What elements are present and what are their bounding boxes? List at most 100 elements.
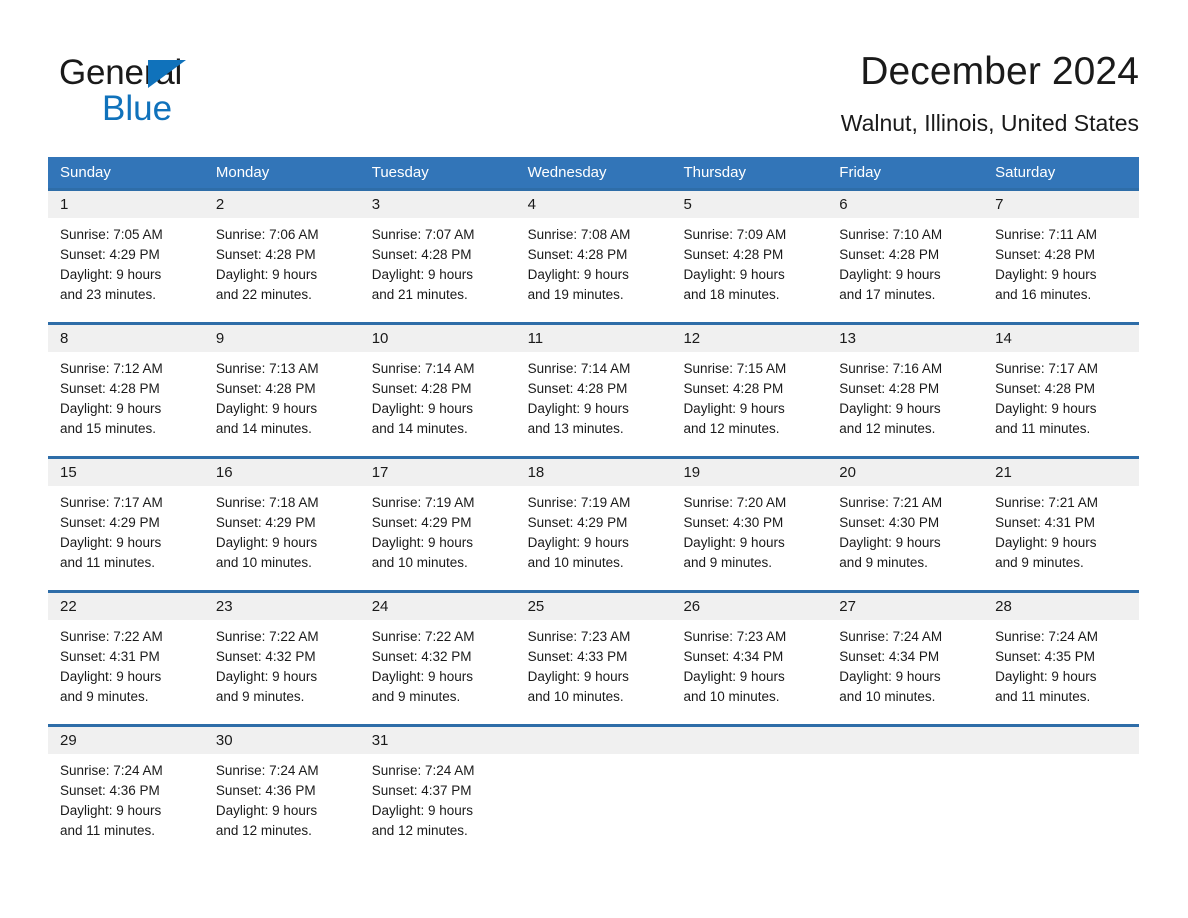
day-cell[interactable]: Sunrise: 7:24 AM Sunset: 4:37 PM Daylight:… [360,754,516,858]
day-cell[interactable]: Sunrise: 7:23 AM Sunset: 4:34 PM Daylight:… [671,620,827,724]
daylight-line-1: Daylight: 9 hours [60,803,162,818]
daylight-line-1: Daylight: 9 hours [215,669,318,684]
daylight-line-1: Daylight: 9 hours [995,401,1097,416]
day-cell[interactable]: Sunrise: 7:22 AM Sunset: 4:32 PM Daylight:… [204,620,360,724]
day-number[interactable]: 29 [48,727,204,754]
day-number[interactable]: 20 [827,459,983,486]
day-number[interactable]: 21 [983,459,1139,486]
sunrise-line: Sunrise: 7:24 AM [60,763,163,778]
sunrise-line: Sunrise: 7:15 AM [683,361,787,376]
day-cell[interactable]: Sunrise: 7:19 AM Sunset: 4:29 PM Daylight:… [360,486,516,590]
day-detail-band: Sunrise: 7:05 AM Sunset: 4:29 PM Daylight:… [48,218,1139,322]
day-number[interactable]: 4 [516,191,672,218]
day-cell[interactable]: Sunrise: 7:16 AM Sunset: 4:28 PM Daylight:… [827,352,983,456]
sunset-line: Sunset: 4:29 PM [215,515,316,530]
day-cell[interactable]: Sunrise: 7:08 AM Sunset: 4:28 PM Daylight:… [516,218,672,322]
daylight-line-2: and 19 minutes. [527,287,624,302]
day-number[interactable]: 8 [48,325,204,352]
day-cell[interactable]: Sunrise: 7:21 AM Sunset: 4:30 PM Daylight:… [827,486,983,590]
day-number[interactable]: 18 [516,459,672,486]
day-number-band: 29 30 31 [48,727,1139,754]
day-cell[interactable]: Sunrise: 7:12 AM Sunset: 4:28 PM Daylight:… [48,352,204,456]
sunset-line: Sunset: 4:28 PM [683,247,784,262]
day-number-empty [983,727,1139,754]
day-cell[interactable]: Sunrise: 7:14 AM Sunset: 4:28 PM Daylight:… [516,352,672,456]
day-cell[interactable]: Sunrise: 7:15 AM Sunset: 4:28 PM Daylight:… [671,352,827,456]
day-number[interactable]: 1 [48,191,204,218]
day-number[interactable]: 22 [48,593,204,620]
day-number[interactable]: 5 [671,191,827,218]
sunset-line: Sunset: 4:28 PM [683,381,784,396]
daylight-line-2: and 11 minutes. [60,823,156,838]
day-cell[interactable]: Sunrise: 7:23 AM Sunset: 4:33 PM Daylight:… [516,620,672,724]
day-cell[interactable]: Sunrise: 7:14 AM Sunset: 4:28 PM Daylight:… [360,352,516,456]
day-number[interactable]: 24 [360,593,516,620]
day-number[interactable]: 12 [671,325,827,352]
sunrise-line: Sunrise: 7:17 AM [60,495,163,510]
day-number[interactable]: 26 [671,593,827,620]
sunrise-line: Sunrise: 7:13 AM [215,361,319,376]
daylight-line-2: and 9 minutes. [371,689,461,704]
sunrise-line: Sunrise: 7:24 AM [371,763,475,778]
daylight-line-1: Daylight: 9 hours [215,267,318,282]
day-number[interactable]: 3 [360,191,516,218]
day-number[interactable]: 25 [516,593,672,620]
day-number[interactable]: 9 [204,325,360,352]
day-cell[interactable]: Sunrise: 7:07 AM Sunset: 4:28 PM Daylight:… [360,218,516,322]
day-number[interactable]: 11 [516,325,672,352]
day-cell[interactable]: Sunrise: 7:24 AM Sunset: 4:36 PM Daylight:… [48,754,204,858]
day-number[interactable]: 16 [204,459,360,486]
day-number[interactable]: 17 [360,459,516,486]
day-cell[interactable]: Sunrise: 7:22 AM Sunset: 4:31 PM Daylight:… [48,620,204,724]
weekday-header-saturday: Saturday [995,164,1056,181]
day-number[interactable]: 23 [204,593,360,620]
page-header: General Blue December 2024 Walnut, Illin… [0,0,1188,148]
day-cell[interactable]: Sunrise: 7:09 AM Sunset: 4:28 PM Daylight:… [671,218,827,322]
daylight-line-2: and 11 minutes. [995,689,1091,704]
day-number[interactable]: 30 [204,727,360,754]
day-number[interactable]: 2 [204,191,360,218]
daylight-line-1: Daylight: 9 hours [839,401,941,416]
day-number[interactable]: 28 [983,593,1139,620]
day-number[interactable]: 19 [671,459,827,486]
day-number[interactable]: 13 [827,325,983,352]
day-cell[interactable]: Sunrise: 7:17 AM Sunset: 4:28 PM Daylight:… [983,352,1139,456]
sunset-line: Sunset: 4:35 PM [995,649,1095,664]
day-cell[interactable]: Sunrise: 7:13 AM Sunset: 4:28 PM Daylight:… [204,352,360,456]
day-cell[interactable]: Sunrise: 7:24 AM Sunset: 4:35 PM Daylight:… [983,620,1139,724]
day-cell[interactable]: Sunrise: 7:18 AM Sunset: 4:29 PM Daylight:… [204,486,360,590]
generalblue-logo[interactable]: General Blue [59,52,269,128]
daylight-line-1: Daylight: 9 hours [215,803,318,818]
sunset-line: Sunset: 4:29 PM [527,515,628,530]
sunset-line: Sunset: 4:29 PM [60,515,160,530]
day-cell[interactable]: Sunrise: 7:19 AM Sunset: 4:29 PM Daylight:… [516,486,672,590]
day-cell[interactable]: Sunrise: 7:06 AM Sunset: 4:28 PM Daylight:… [204,218,360,322]
daylight-line-2: and 18 minutes. [683,287,780,302]
day-number[interactable]: 31 [360,727,516,754]
day-cell[interactable]: Sunrise: 7:22 AM Sunset: 4:32 PM Daylight:… [360,620,516,724]
day-cell[interactable]: Sunrise: 7:24 AM Sunset: 4:34 PM Daylight:… [827,620,983,724]
daylight-line-2: and 14 minutes. [215,421,312,436]
weekday-header-monday: Monday [215,164,270,181]
day-number[interactable]: 10 [360,325,516,352]
day-cell[interactable]: Sunrise: 7:20 AM Sunset: 4:30 PM Daylight:… [671,486,827,590]
daylight-line-1: Daylight: 9 hours [683,267,785,282]
day-number[interactable]: 7 [983,191,1139,218]
day-number[interactable]: 14 [983,325,1139,352]
day-cell[interactable]: Sunrise: 7:11 AM Sunset: 4:28 PM Daylight:… [983,218,1139,322]
day-number[interactable]: 27 [827,593,983,620]
day-number[interactable]: 6 [827,191,983,218]
sunrise-line: Sunrise: 7:16 AM [839,361,943,376]
day-detail-band: Sunrise: 7:24 AM Sunset: 4:36 PM Daylight:… [48,754,1139,858]
day-number[interactable]: 15 [48,459,204,486]
day-cell[interactable]: Sunrise: 7:21 AM Sunset: 4:31 PM Daylight:… [983,486,1139,590]
sunset-line: Sunset: 4:28 PM [371,247,472,262]
day-cell[interactable]: Sunrise: 7:24 AM Sunset: 4:36 PM Daylight:… [204,754,360,858]
day-cell[interactable]: Sunrise: 7:10 AM Sunset: 4:28 PM Daylight:… [827,218,983,322]
daylight-line-1: Daylight: 9 hours [527,401,629,416]
daylight-line-1: Daylight: 9 hours [527,267,629,282]
calendar-week-row: 8 9 10 11 12 13 14 Sunrise: 7:12 AM Sunset: 4:28… [48,322,1139,456]
day-cell[interactable]: Sunrise: 7:05 AM Sunset: 4:29 PM Daylight:… [48,218,204,322]
day-detail-band: Sunrise: 7:22 AM Sunset: 4:31 PM Daylight:… [48,620,1139,724]
day-cell[interactable]: Sunrise: 7:17 AM Sunset: 4:29 PM Daylight:… [48,486,204,590]
